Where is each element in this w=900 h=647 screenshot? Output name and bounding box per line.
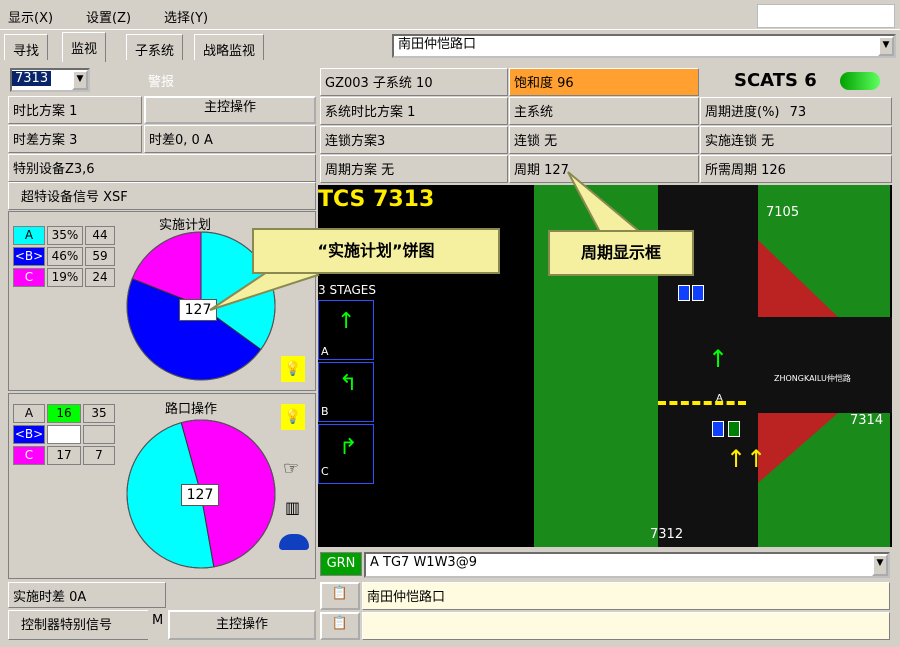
notes-icon: 📋 xyxy=(331,616,349,631)
pie-callout: “实施计划”饼图 xyxy=(252,228,500,274)
notes-icon: 📋 xyxy=(331,586,349,601)
grn-indicator: GRN xyxy=(320,552,362,576)
scats-window: 显示(X) 设置(Z) 选择(Y) 寻找 监视 子系统 战略监视 南田仲恺路口 … xyxy=(0,0,900,647)
notes-button-2[interactable]: 📋 xyxy=(320,612,360,640)
secondary-info-field xyxy=(362,612,890,640)
chevron-down-icon[interactable]: ▼ xyxy=(872,554,888,576)
callout-pointers xyxy=(209,171,643,311)
intersection-name-field: 南田仲恺路口 xyxy=(362,582,890,610)
cycle-box-callout: 周期显示框 xyxy=(548,230,694,276)
notes-button-1[interactable]: 📋 xyxy=(320,582,360,610)
phase-select[interactable]: A TG7 W1W3@9 ▼ xyxy=(364,552,890,578)
phase-select-value: A TG7 W1W3@9 xyxy=(370,555,477,570)
